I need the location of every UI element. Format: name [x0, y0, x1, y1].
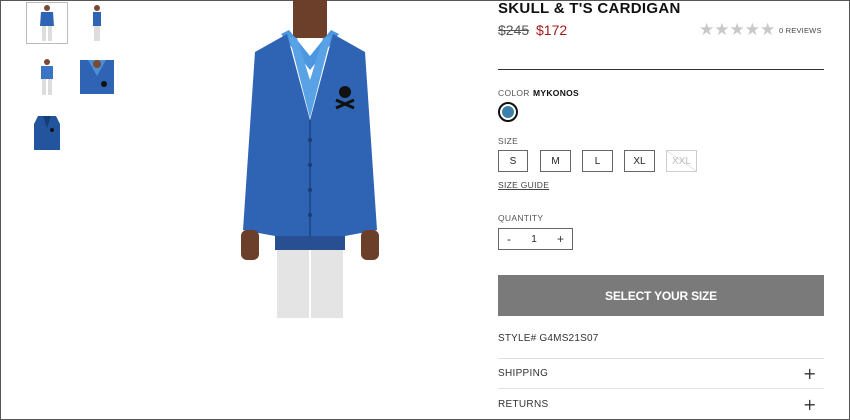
size-option-m[interactable]: M — [540, 150, 571, 172]
size-label: SIZE — [498, 136, 519, 146]
size-guide-link[interactable]: SIZE GUIDE — [498, 180, 549, 190]
thumbnail-front-untucked[interactable] — [26, 56, 68, 98]
size-option-xxl[interactable]: XXL — [666, 150, 697, 172]
color-label: COLOR — [498, 88, 530, 98]
select-size-button[interactable]: SELECT YOUR SIZE — [498, 275, 824, 316]
thumbnail-flat-lay-image — [34, 116, 60, 150]
star-icon: ★ — [714, 20, 730, 40]
thumbnail-detail-closeup[interactable] — [76, 56, 118, 98]
color-name: MYKONOS — [533, 88, 580, 98]
shipping-accordion-label[interactable]: SHIPPING — [498, 368, 548, 379]
style-number: STYLE# G4MS21S07 — [498, 333, 599, 344]
size-option-s[interactable]: S — [498, 150, 528, 172]
rating-stars[interactable]: ★ ★ ★ ★ ★ — [699, 22, 775, 39]
divider — [498, 69, 824, 70]
thumbnail-front-full-image — [40, 5, 54, 41]
size-option-l[interactable]: L — [582, 150, 613, 172]
sale-price: $172 — [536, 22, 568, 38]
page-frame — [0, 0, 850, 420]
thumbnail-side-full-image — [93, 5, 101, 41]
product-title: SKULL & T'S CARDIGAN — [498, 0, 681, 17]
color-swatch-mykonos[interactable] — [498, 102, 518, 122]
star-icon: ★ — [699, 20, 715, 40]
swatch-fill — [502, 106, 514, 118]
divider — [498, 358, 824, 359]
size-option-xl[interactable]: XL — [624, 150, 655, 172]
quantity-decrease-button[interactable]: - — [507, 232, 511, 246]
thumbnail-front-untucked-image — [41, 59, 53, 95]
star-icon: ★ — [729, 20, 745, 40]
divider — [498, 388, 824, 389]
quantity-increase-button[interactable]: + — [557, 232, 564, 246]
star-icon: ★ — [760, 20, 776, 40]
thumbnail-detail-closeup-image — [80, 60, 114, 94]
thumbnail-flat-lay[interactable] — [26, 112, 68, 154]
quantity-value[interactable]: 1 — [531, 234, 537, 245]
star-icon: ★ — [744, 20, 760, 40]
quantity-label: QUANTITY — [498, 213, 544, 223]
main-product-image — [241, 0, 379, 318]
thumbnail-side-full[interactable] — [76, 2, 118, 44]
thumbnail-front-full[interactable] — [26, 2, 68, 44]
quantity-stepper: - 1 + — [498, 228, 573, 250]
reviews-link[interactable]: 0 REVIEWS — [779, 26, 822, 35]
returns-accordion-label[interactable]: RETURNS — [498, 399, 548, 410]
original-price: $245 — [498, 22, 530, 38]
plus-icon[interactable]: + — [803, 397, 816, 413]
plus-icon[interactable]: + — [803, 366, 816, 382]
